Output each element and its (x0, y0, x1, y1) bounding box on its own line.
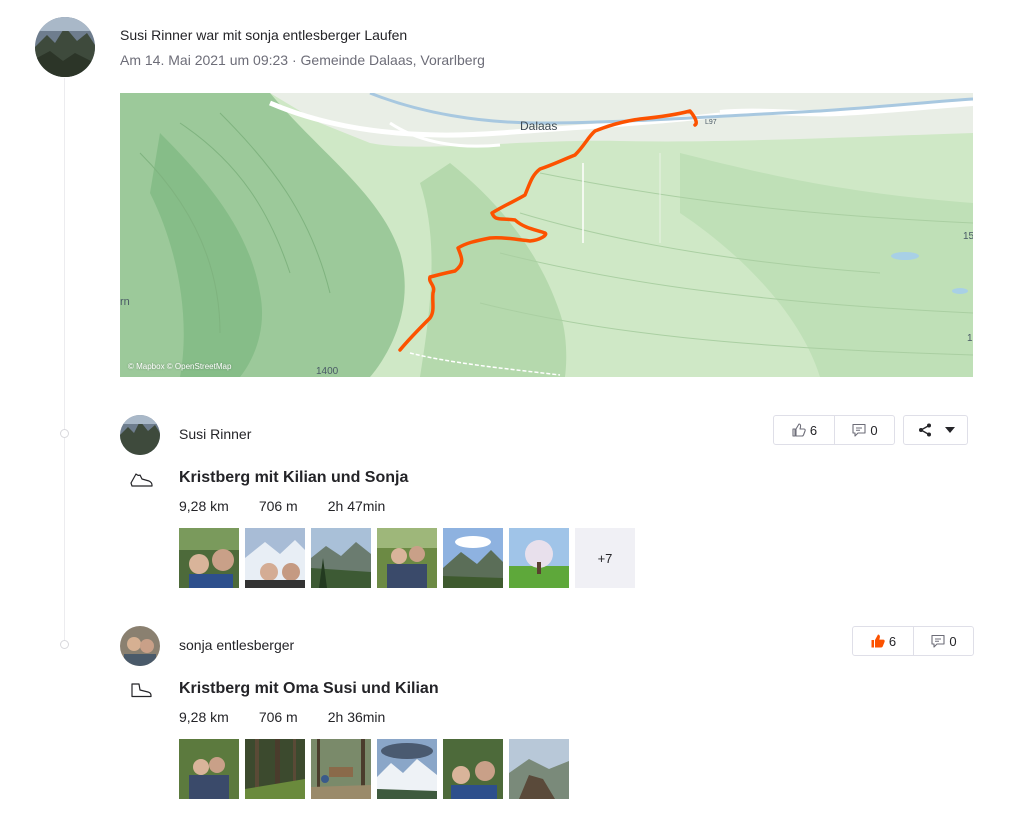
caret-down-icon (944, 427, 955, 433)
activity-photo[interactable] (377, 528, 437, 588)
activity-stats: 9,28 km 706 m 2h 47min (179, 498, 385, 514)
map-elevation-label: 1400 (316, 366, 339, 377)
profile-photo-icon (120, 415, 160, 455)
activity-photo[interactable] (245, 528, 305, 588)
activity-photo[interactable] (443, 739, 503, 799)
stat-time: 2h 36min (327, 709, 386, 725)
timeline-dot (60, 640, 69, 649)
activity-photo[interactable] (443, 528, 503, 588)
activity-stats: 9,28 km 706 m 2h 36min (179, 709, 385, 725)
more-photos-button[interactable]: +7 (575, 528, 635, 588)
profile-photo-icon (120, 626, 160, 666)
kudos-button[interactable]: 6 (774, 416, 834, 444)
activity-photo[interactable] (245, 739, 305, 799)
map-road-label: L97 (705, 119, 717, 126)
photo-row: +7 (179, 528, 635, 588)
share-button[interactable] (903, 415, 968, 445)
activity-photo[interactable] (311, 739, 371, 799)
map-edge-label-left: rn (120, 296, 130, 308)
profile-photo-icon (35, 17, 95, 77)
map-edge-label-right-2: 1 (967, 333, 973, 344)
group-avatar[interactable] (35, 17, 95, 77)
map-town-label: Dalaas (520, 119, 558, 133)
group-meta: Am 14. Mai 2021 um 09:23 · Gemeinde Dala… (120, 52, 485, 68)
comment-icon (931, 634, 945, 648)
athlete-name[interactable]: Susi Rinner (179, 426, 251, 442)
activity-photo[interactable] (311, 528, 371, 588)
activity-photo[interactable] (509, 739, 569, 799)
map-terrain (120, 93, 973, 377)
timeline-dot (60, 429, 69, 438)
kudos-count: 6 (888, 633, 897, 649)
map-attribution[interactable]: © Mapbox © OpenStreetMap (128, 362, 231, 371)
thumbs-up-icon (792, 423, 806, 437)
stat-distance: 9,28 km (179, 709, 229, 725)
athlete-avatar[interactable] (120, 626, 160, 666)
activity-photo[interactable] (377, 739, 437, 799)
share-icon (918, 423, 931, 437)
comment-count: 0 (949, 633, 957, 649)
activity-photo[interactable] (509, 528, 569, 588)
kudos-comment-buttons: 6 0 (852, 626, 974, 656)
hiking-boot-icon (131, 683, 152, 698)
map-edge-label-right: 15 (963, 231, 973, 242)
route-map[interactable]: Dalaas L97 1400 rn 15 1 © Mapbox © OpenS… (120, 93, 973, 377)
activity-title[interactable]: Kristberg mit Kilian und Sonja (179, 469, 408, 487)
thumbs-up-filled-icon (871, 634, 885, 648)
group-header[interactable]: Susi Rinner war mit sonja entlesberger L… (120, 27, 407, 43)
comment-count: 0 (870, 422, 878, 438)
kudos-count: 6 (809, 422, 818, 438)
stat-time: 2h 47min (327, 498, 386, 514)
activity-title[interactable]: Kristberg mit Oma Susi und Kilian (179, 680, 439, 698)
kudos-button[interactable]: 6 (853, 627, 913, 655)
timeline-line (64, 78, 65, 648)
activity-photo[interactable] (179, 739, 239, 799)
activity-photo[interactable] (179, 528, 239, 588)
stat-elevation: 706 m (258, 498, 298, 514)
comment-icon (852, 423, 866, 437)
comment-button[interactable]: 0 (834, 416, 894, 444)
athlete-name[interactable]: sonja entlesberger (179, 637, 294, 653)
kudos-comment-buttons: 6 0 (773, 415, 895, 445)
comment-button[interactable]: 0 (913, 627, 973, 655)
stat-elevation: 706 m (258, 709, 298, 725)
athlete-avatar[interactable] (120, 415, 160, 455)
photo-row (179, 739, 569, 799)
running-shoe-icon (130, 473, 153, 487)
stat-distance: 9,28 km (179, 498, 229, 514)
